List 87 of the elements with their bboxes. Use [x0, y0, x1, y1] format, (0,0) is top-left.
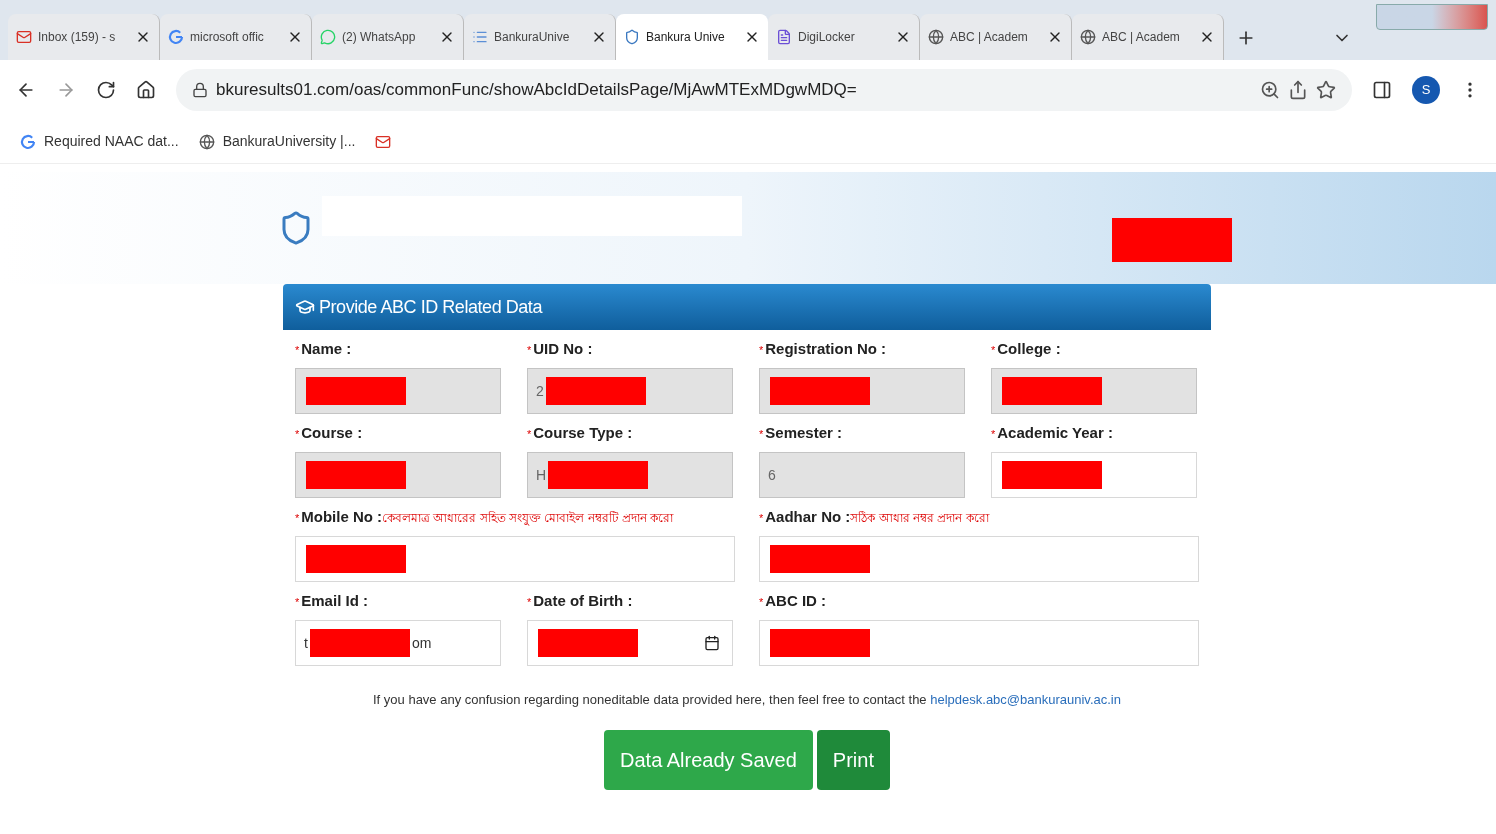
graduation-cap-icon: [295, 297, 315, 317]
globe-icon: [198, 133, 215, 150]
field-label: Course Type :: [533, 423, 633, 443]
field-label: Date of Birth :: [533, 591, 633, 611]
bookmark-title: Required NAAC dat...: [44, 132, 179, 151]
required-asterisk: *: [759, 595, 764, 610]
panel-title: Provide ABC ID Related Data: [319, 295, 542, 319]
field-value: 2: [536, 381, 544, 401]
profile-avatar[interactable]: S: [1412, 76, 1440, 104]
browser-tab[interactable]: Bankura Unive: [616, 14, 768, 60]
home-icon[interactable]: [136, 80, 156, 100]
required-asterisk: *: [295, 595, 300, 610]
field-value: t: [304, 633, 308, 653]
required-asterisk: *: [295, 511, 300, 526]
print-button[interactable]: Print: [816, 729, 890, 790]
field-value: om: [411, 633, 432, 653]
field-label: Academic Year :: [997, 423, 1113, 443]
bookmark[interactable]: BankuraUniversity |...: [198, 131, 356, 152]
field-label: Registration No :: [765, 339, 887, 359]
required-asterisk: *: [991, 343, 996, 358]
field-label: Course :: [301, 423, 363, 443]
mail-icon: [16, 29, 32, 45]
tab-title: ABC | Academ: [1102, 29, 1181, 46]
document-icon: [776, 29, 792, 45]
required-asterisk: *: [527, 343, 532, 358]
tab-title: Inbox (159) - s: [38, 29, 117, 46]
address-bar[interactable]: bkuresults01.com/oas/commonFunc/showAbcIdDetailsPage/MjAwMTExMDgwMDQ=: [176, 69, 1352, 111]
globe-icon: [1080, 29, 1096, 45]
bookmark[interactable]: Required NAAC dat...: [20, 131, 179, 152]
required-asterisk: *: [295, 427, 300, 442]
required-asterisk: *: [991, 427, 996, 442]
side-panel-icon[interactable]: [1372, 80, 1392, 100]
browser-tab[interactable]: Inbox (159) - s: [8, 14, 160, 60]
field-value: 6: [768, 465, 776, 485]
browser-tab[interactable]: ABC | Academ: [920, 14, 1072, 60]
field-hint: কেবলমাত্র আধারের সহিত সংযুক্ত মোবাইল নম্বরটি প্রদান করো: [382, 510, 674, 527]
tab-title: Bankura Unive: [646, 29, 726, 46]
required-asterisk: *: [527, 595, 532, 610]
url-text: bkuresults01.com/oas/commonFunc/showAbcIdDetailsPage/MjAwMTExMDgwMDQ=: [216, 79, 858, 102]
bookmark-title: BankuraUniversity |...: [222, 132, 356, 151]
g-logo-icon: [168, 29, 184, 45]
shield-icon: [624, 29, 640, 45]
input-field[interactable]: [991, 452, 1197, 498]
tab-title: ABC | Academ: [950, 29, 1029, 46]
field-label: Aadhar No :: [765, 507, 851, 527]
field-hint: সঠিক আধার নম্বর প্রদান করো: [850, 510, 989, 527]
g-logo-icon: [20, 133, 36, 150]
lock-icon: [192, 82, 208, 98]
required-asterisk: *: [759, 343, 764, 358]
input-field[interactable]: t om: [295, 620, 501, 666]
field-label: Email Id :: [301, 591, 368, 611]
date-field[interactable]: [527, 620, 733, 666]
required-asterisk: *: [759, 427, 764, 442]
required-asterisk: *: [295, 343, 300, 358]
globe-icon: [928, 29, 944, 45]
chat-icon: [320, 29, 336, 45]
browser-tab[interactable]: ABC | Academ: [1072, 14, 1224, 60]
field-label: Mobile No :: [301, 507, 383, 527]
reload-icon[interactable]: [96, 80, 116, 100]
bookmark-star-icon[interactable]: [1316, 80, 1336, 100]
input-field[interactable]: [759, 536, 1199, 582]
helpdesk-email-link[interactable]: helpdesk.abc@bankurauniv.ac.in: [930, 692, 1121, 707]
calendar-icon[interactable]: [704, 635, 720, 651]
browser-tab[interactable]: BankuraUnive: [464, 14, 616, 60]
browser-tab[interactable]: DigiLocker: [768, 14, 920, 60]
field-label: Semester :: [765, 423, 842, 443]
input-field[interactable]: [759, 620, 1199, 666]
field-label: College :: [997, 339, 1061, 359]
required-asterisk: *: [527, 427, 532, 442]
browser-tab[interactable]: (2) WhatsApp: [312, 14, 464, 60]
input-field[interactable]: [295, 536, 735, 582]
required-asterisk: *: [759, 511, 764, 526]
zoom-icon[interactable]: [1260, 80, 1280, 100]
tab-title: DigiLocker: [798, 29, 856, 46]
tab-title: (2) WhatsApp: [342, 29, 417, 46]
field-label: ABC ID :: [765, 591, 827, 611]
window-controls[interactable]: [1376, 4, 1488, 30]
tab-title: BankuraUnive: [494, 29, 571, 46]
share-icon[interactable]: [1288, 80, 1308, 100]
tab-title: microsoft offic: [190, 29, 265, 46]
field-label: UID No :: [533, 339, 593, 359]
help-notice: If you have any confusion regarding noneditable data provided here, then feel free to contact the helpdesk.abc@bankurauniv.ac.in: [372, 691, 1122, 709]
list-icon: [472, 29, 488, 45]
mail-bookmark-icon[interactable]: [375, 133, 392, 150]
browser-tab[interactable]: microsoft offic: [160, 14, 312, 60]
field-value: H: [536, 465, 547, 485]
field-label: Name :: [301, 339, 352, 359]
